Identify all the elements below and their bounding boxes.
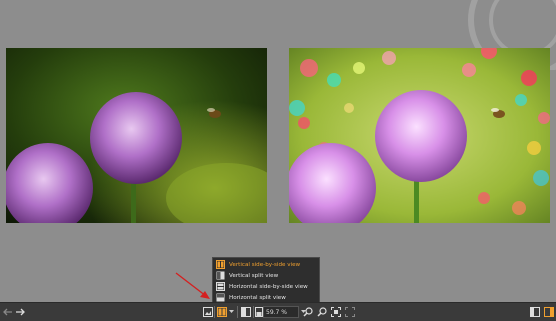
- vertical-side-by-side-icon: [216, 260, 225, 269]
- menu-item-vertical-side-by-side[interactable]: Vertical side-by-side view: [213, 259, 319, 270]
- zoom-level-field[interactable]: 59.7 %: [263, 306, 299, 318]
- horizontal-side-by-side-icon: [216, 282, 225, 291]
- fit-icon: [331, 306, 341, 317]
- toolbar-separator: [214, 306, 215, 318]
- preview-icon: [240, 306, 251, 317]
- vertical-split-icon: [216, 271, 225, 280]
- toolbar-separator: [253, 306, 254, 318]
- back-arrow-icon: [3, 308, 12, 315]
- forward-button[interactable]: [15, 305, 25, 318]
- menu-item-label: Vertical split view: [229, 272, 279, 279]
- back-button[interactable]: [3, 305, 13, 318]
- chevron-down-icon: [228, 309, 234, 313]
- preview-toggle-button[interactable]: [240, 305, 251, 318]
- menu-item-label: Horizontal side-by-side view: [229, 283, 308, 290]
- fit-to-screen-button[interactable]: [330, 305, 342, 318]
- zoom-level-value: 59.7 %: [266, 309, 287, 316]
- compare-view-button[interactable]: [216, 305, 227, 318]
- zoom-out-button[interactable]: [316, 305, 328, 318]
- menu-item-label: Horizontal split view: [229, 294, 286, 301]
- actual-size-button[interactable]: [344, 305, 356, 318]
- menu-item-horizontal-side-by-side[interactable]: Horizontal side-by-side view: [213, 281, 319, 292]
- horizontal-split-icon: [216, 293, 225, 302]
- menu-item-label: Vertical side-by-side view: [229, 261, 301, 268]
- actual-size-icon: [345, 306, 355, 317]
- frame-button[interactable]: [255, 305, 263, 318]
- single-view-button[interactable]: [202, 305, 213, 318]
- compare-view-icon: [216, 306, 227, 317]
- single-view-icon: [202, 306, 213, 317]
- panel-icon: [529, 306, 540, 317]
- zoom-in-button[interactable]: [302, 305, 314, 318]
- panel-icon: [543, 306, 554, 317]
- zoom-in-icon: [303, 306, 313, 317]
- bottom-toolbar: 59.7 %: [0, 302, 556, 321]
- menu-item-vertical-split[interactable]: Vertical split view: [213, 270, 319, 281]
- right-panel-toggle[interactable]: [543, 305, 554, 318]
- frame-icon: [255, 306, 263, 317]
- zoom-out-icon: [317, 306, 327, 317]
- view-mode-menu: Vertical side-by-side view Vertical spli…: [212, 257, 320, 303]
- toolbar-separator: [237, 306, 238, 318]
- view-mode-dropdown[interactable]: [228, 305, 234, 318]
- left-panel-toggle[interactable]: [529, 305, 540, 318]
- forward-arrow-icon: [16, 308, 25, 315]
